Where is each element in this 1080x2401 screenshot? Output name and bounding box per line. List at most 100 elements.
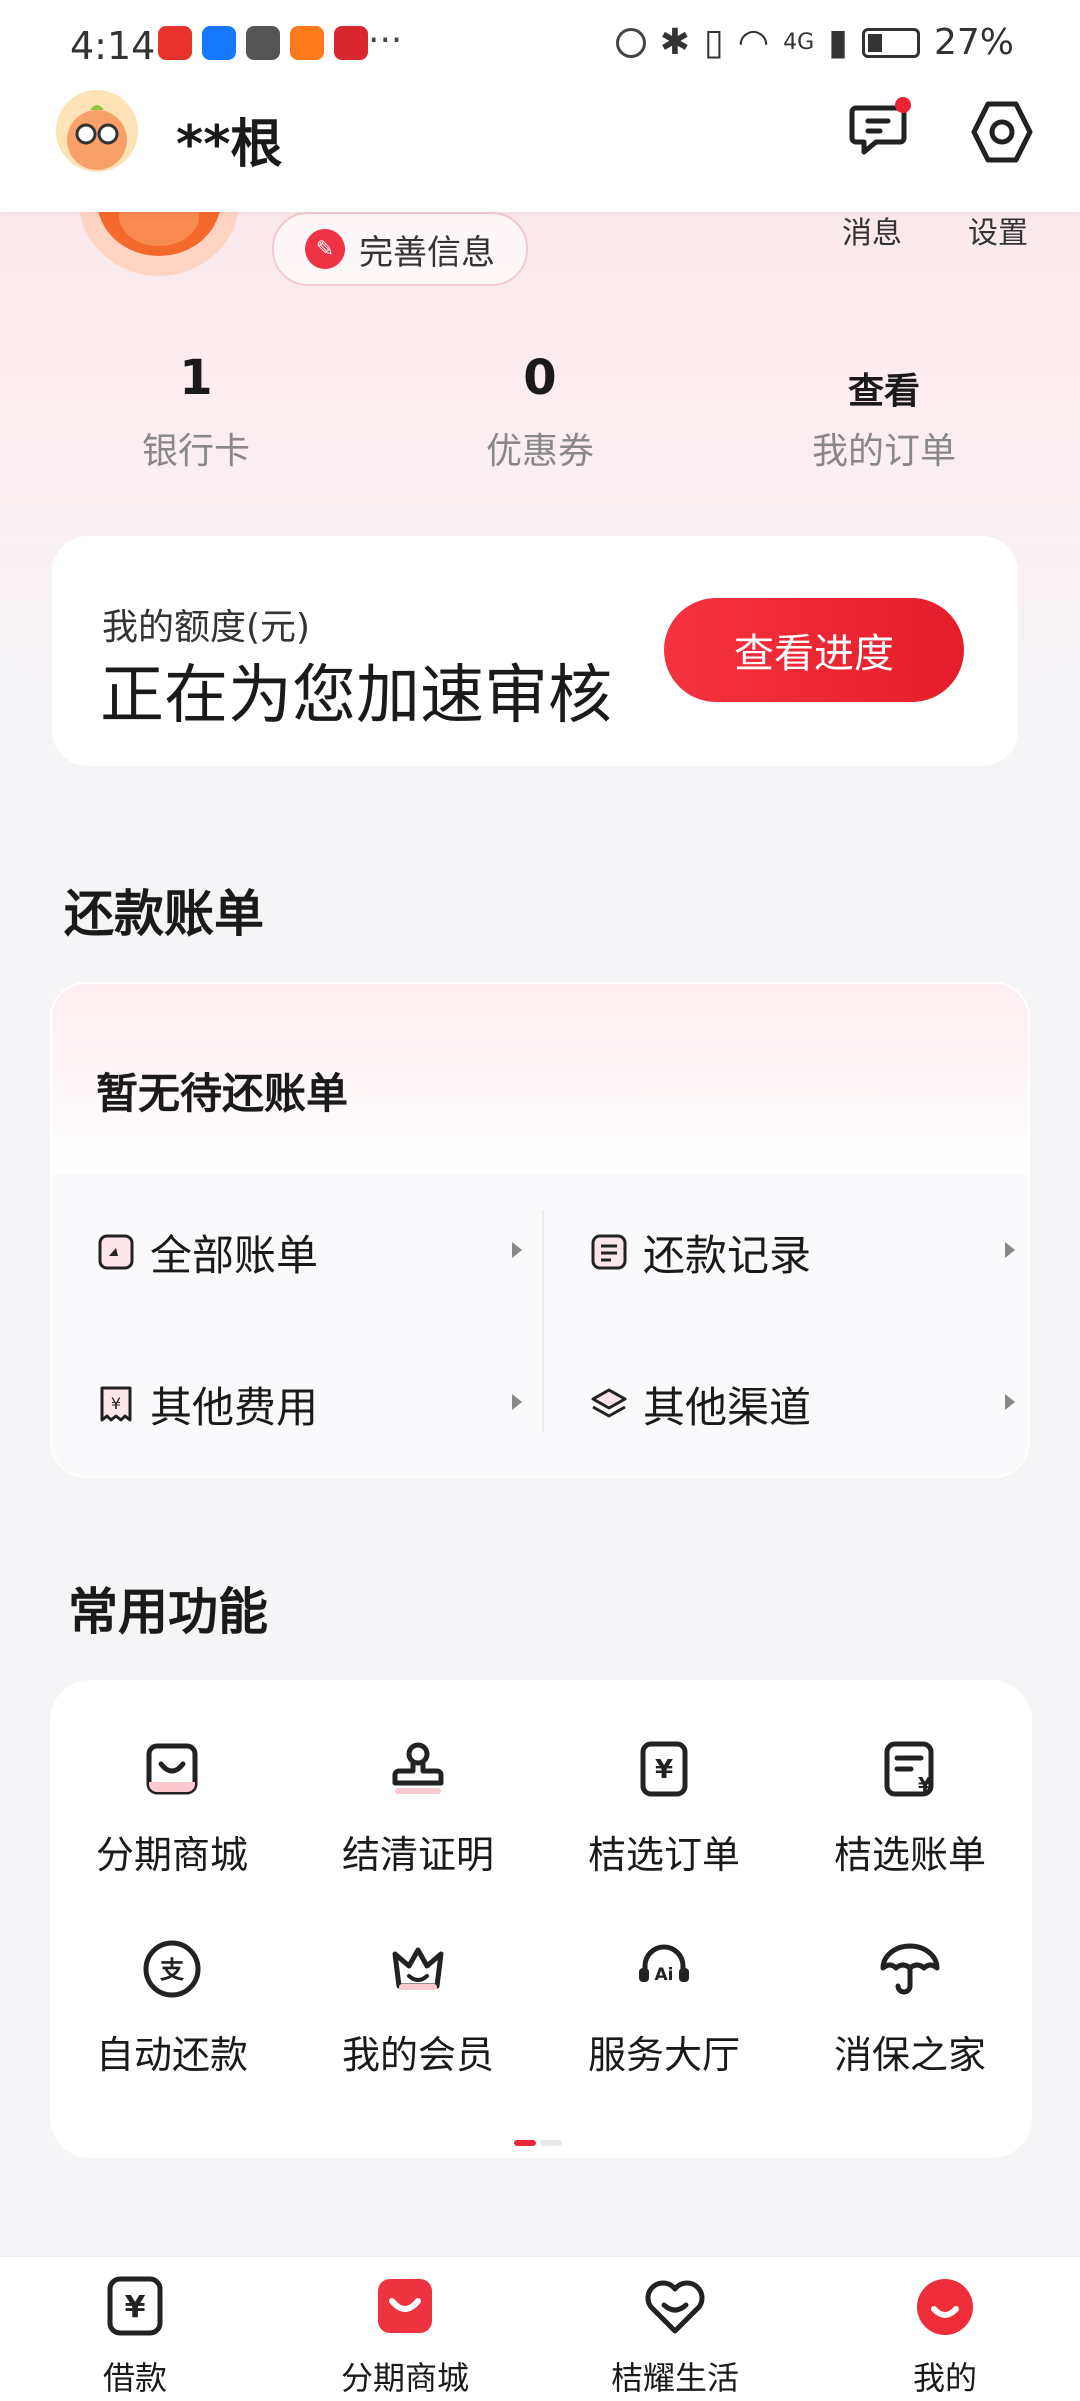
functions-card: 分期商城 结清证明 ¥ 桔选订单 ¥ 桔选账单 支 自动还款 我的会员 Ai 服… bbox=[50, 1680, 1032, 2158]
complete-info-button[interactable]: ✎ 完善信息 bbox=[272, 212, 528, 286]
svg-text:Ai: Ai bbox=[655, 1965, 674, 1985]
func-label: 自动还款 bbox=[95, 2033, 248, 2077]
func-auto-repay[interactable]: 支 自动还款 bbox=[50, 1936, 294, 2079]
pager-dot-active bbox=[514, 2140, 536, 2146]
status-system-icons: ✱ ▯ ◠ 4G ▮ 27% bbox=[615, 22, 1014, 63]
functions-pager bbox=[514, 2140, 562, 2146]
stat-label: 银行卡 bbox=[141, 431, 250, 472]
alarm-icon bbox=[615, 27, 646, 58]
func-label: 桔选账单 bbox=[833, 1833, 986, 1877]
stat-value: 查看 bbox=[847, 371, 920, 412]
other-channels-label: 其他渠道 bbox=[643, 1382, 812, 1432]
yuan-receipt-icon: ¥ bbox=[100, 1386, 132, 1422]
battery-icon bbox=[861, 27, 920, 58]
svg-text:¥: ¥ bbox=[125, 2290, 146, 2325]
yuan-order-icon: ¥ bbox=[640, 1741, 688, 1797]
svg-text:¥: ¥ bbox=[918, 1773, 932, 1797]
tab-label: 桔耀生活 bbox=[610, 2359, 739, 2397]
all-bills-label: 全部账单 bbox=[150, 1230, 319, 1280]
stat-coupons[interactable]: 0 优惠券 bbox=[390, 350, 690, 474]
no-pending-bill: 暂无待还账单 bbox=[96, 1069, 349, 1118]
status-bar: 4:14 ··· ✱ ▯ ◠ 4G ▮ 27% bbox=[0, 0, 1080, 90]
yuan-bill-icon: ¥ bbox=[884, 1741, 934, 1797]
repayment-card: 暂无待还账单 全部账单 还款记录 ¥ 其他费用 其他渠道 bbox=[50, 982, 1030, 1478]
func-label: 桔选订单 bbox=[587, 1833, 740, 1877]
tab-label: 分期商城 bbox=[340, 2359, 469, 2397]
user-name: **根 bbox=[176, 115, 283, 175]
svg-text:¥: ¥ bbox=[111, 1394, 121, 1413]
func-service-hall[interactable]: Ai 服务大厅 bbox=[542, 1936, 786, 2079]
settings-label[interactable]: 设置 bbox=[968, 208, 1028, 252]
func-label: 我的会员 bbox=[341, 2033, 494, 2077]
messages-label[interactable]: 消息 bbox=[842, 208, 902, 252]
func-settlement-proof[interactable]: 结清证明 bbox=[296, 1736, 540, 1879]
heart-tab-icon bbox=[645, 2280, 705, 2334]
credit-status: 正在为您加速审核 bbox=[100, 659, 612, 733]
check-progress-button[interactable]: 查看进度 bbox=[664, 598, 964, 702]
all-bills-item[interactable]: 全部账单 bbox=[96, 1212, 536, 1292]
complete-info-label: 完善信息 bbox=[359, 232, 495, 273]
stamp-icon bbox=[392, 1742, 444, 1794]
stat-label: 我的订单 bbox=[811, 431, 956, 472]
avatar[interactable] bbox=[56, 90, 138, 172]
notification-app-icon bbox=[290, 26, 324, 60]
battery-percent: 27% bbox=[933, 22, 1014, 63]
other-fees-item[interactable]: ¥ 其他费用 bbox=[96, 1364, 536, 1444]
vibrate-icon: ▯ bbox=[703, 22, 724, 63]
func-consumer-protection[interactable]: 消保之家 bbox=[788, 1936, 1032, 2079]
auto-pay-icon: 支 bbox=[143, 1940, 201, 1998]
network-type: 4G bbox=[783, 30, 815, 55]
functions-section-title: 常用功能 bbox=[68, 1583, 268, 1641]
crown-icon bbox=[392, 1947, 444, 1990]
tab-life[interactable]: 桔耀生活 bbox=[540, 2271, 810, 2399]
umbrella-icon bbox=[880, 1943, 940, 1995]
wifi-icon: ◠ bbox=[737, 22, 770, 63]
func-label: 服务大厅 bbox=[587, 2033, 740, 2077]
tab-installment-mall[interactable]: 分期商城 bbox=[270, 2271, 540, 2399]
shopping-bag-icon bbox=[146, 1743, 198, 1795]
tab-me[interactable]: 我的 bbox=[810, 2271, 1080, 2399]
tab-label: 我的 bbox=[912, 2359, 977, 2397]
credit-limit-label: 我的额度(元) bbox=[102, 607, 311, 648]
stat-value: 1 bbox=[179, 350, 213, 406]
status-time: 4:14 bbox=[70, 24, 156, 68]
func-membership[interactable]: 我的会员 bbox=[296, 1936, 540, 2079]
chevron-right-icon bbox=[512, 1394, 522, 1410]
status-app-icons bbox=[158, 26, 368, 60]
svg-text:¥: ¥ bbox=[655, 1755, 673, 1785]
func-installment-mall[interactable]: 分期商城 bbox=[50, 1736, 294, 1879]
bottom-nav: ¥ 借款 分期商城 桔耀生活 我的 bbox=[0, 2256, 1080, 2401]
ai-headset-icon: Ai bbox=[639, 1944, 689, 1985]
stat-orders[interactable]: 查看 我的订单 bbox=[734, 350, 1034, 474]
other-channels-item[interactable]: 其他渠道 bbox=[589, 1364, 1028, 1444]
credit-limit-card: 我的额度(元) 正在为您加速审核 查看进度 bbox=[52, 536, 1018, 766]
me-tab-icon bbox=[917, 2279, 973, 2335]
layers-icon bbox=[591, 1388, 627, 1418]
stat-bank-cards[interactable]: 1 银行卡 bbox=[46, 350, 346, 474]
signal-icon: ▮ bbox=[828, 22, 848, 63]
other-fees-label: 其他费用 bbox=[150, 1382, 319, 1432]
notification-app-icon bbox=[334, 26, 368, 60]
func-label: 消保之家 bbox=[833, 2033, 986, 2077]
repayment-records-item[interactable]: 还款记录 bbox=[589, 1212, 1028, 1292]
wechat-icon bbox=[246, 26, 280, 60]
mall-tab-icon bbox=[378, 2279, 432, 2333]
tab-loan[interactable]: ¥ 借款 bbox=[0, 2271, 270, 2399]
divider bbox=[542, 1210, 544, 1432]
func-bills[interactable]: ¥ 桔选账单 bbox=[788, 1736, 1032, 1879]
chevron-right-icon bbox=[1005, 1242, 1015, 1258]
chevron-right-icon bbox=[512, 1242, 522, 1258]
stat-label: 优惠券 bbox=[485, 431, 594, 472]
bluetooth-icon: ✱ bbox=[659, 22, 690, 63]
repayment-section-title: 还款账单 bbox=[64, 885, 264, 943]
unread-dot bbox=[895, 97, 911, 113]
tab-label: 借款 bbox=[102, 2359, 167, 2397]
svg-text:支: 支 bbox=[160, 1956, 185, 1984]
pager-dot bbox=[540, 2140, 562, 2146]
chevron-right-icon bbox=[1005, 1394, 1015, 1410]
yuan-tab-icon: ¥ bbox=[107, 2276, 163, 2336]
func-label: 分期商城 bbox=[95, 1833, 248, 1877]
hexagon-gear-icon[interactable] bbox=[966, 96, 1038, 168]
func-orders[interactable]: ¥ 桔选订单 bbox=[542, 1736, 786, 1879]
func-label: 结清证明 bbox=[341, 1833, 494, 1877]
